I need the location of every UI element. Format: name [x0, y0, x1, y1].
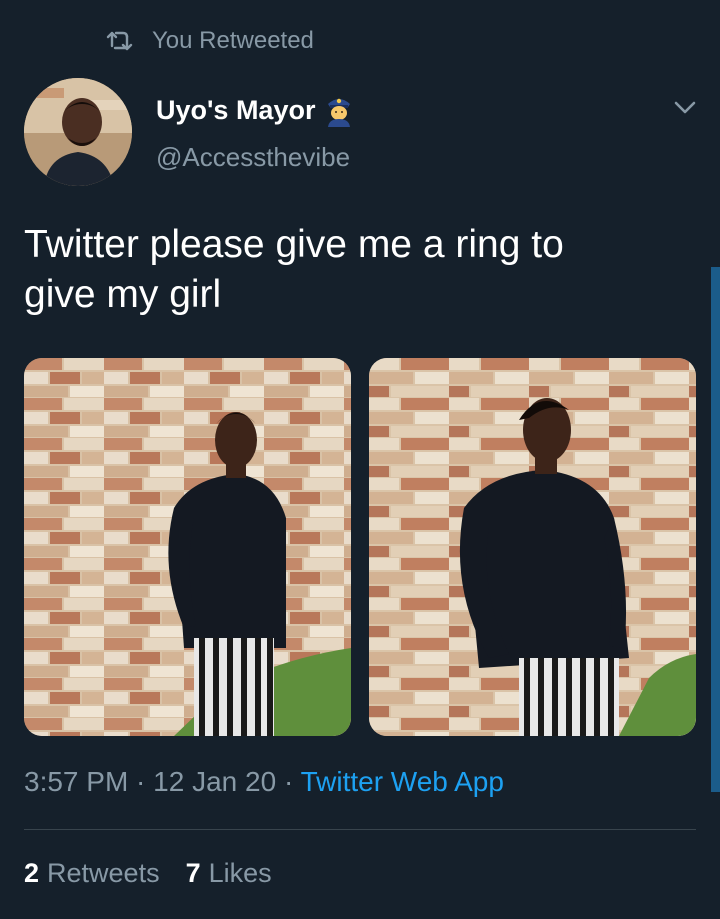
retweet-context-label: You Retweeted: [152, 27, 314, 54]
retweet-context: You Retweeted: [106, 26, 314, 56]
meta-separator: ·: [276, 766, 301, 797]
retweets-stat[interactable]: 2 Retweets: [24, 858, 160, 889]
avatar[interactable]: [24, 78, 132, 186]
chevron-down-icon[interactable]: [672, 98, 698, 118]
tweet-text: Twitter please give me a ring to give my…: [24, 220, 684, 320]
retweets-label: Retweets: [47, 858, 160, 888]
tweet-timestamp-row: 3:57 PM · 12 Jan 20 · Twitter Web App: [24, 766, 504, 798]
likes-label: Likes: [208, 858, 272, 888]
tweet-stats: 2 Retweets 7 Likes: [24, 858, 298, 889]
tweet-text-line: Twitter please give me a ring to: [24, 223, 564, 266]
photo-icon: [24, 358, 351, 736]
retweet-icon: [106, 31, 133, 51]
tweet-photo-1[interactable]: [24, 358, 351, 736]
display-name[interactable]: Uyo's Mayor: [156, 95, 315, 126]
tweet-source-link[interactable]: Twitter Web App: [301, 766, 504, 797]
retweets-count: 2: [24, 858, 40, 888]
photo-icon: [369, 358, 696, 736]
likes-count: 7: [185, 858, 201, 888]
tweet-photo-2[interactable]: [369, 358, 696, 736]
likes-stat[interactable]: 7 Likes: [186, 858, 272, 889]
tweet-detail-page: You Retweeted Uyo's Mayor @Accessthevibe: [0, 0, 720, 919]
police-officer-emoji-icon: [328, 98, 351, 127]
tweet-time: 3:57 PM: [24, 766, 129, 797]
tweet-text-line: give my girl: [24, 273, 222, 316]
tweet-date: 12 Jan 20: [153, 766, 277, 797]
author-name-row[interactable]: Uyo's Mayor: [156, 92, 353, 128]
profile-photo-icon: [24, 78, 132, 186]
scrollbar[interactable]: [711, 267, 720, 792]
author-handle[interactable]: @Accessthevibe: [156, 142, 350, 173]
meta-separator: ·: [128, 766, 154, 797]
divider: [24, 829, 696, 830]
